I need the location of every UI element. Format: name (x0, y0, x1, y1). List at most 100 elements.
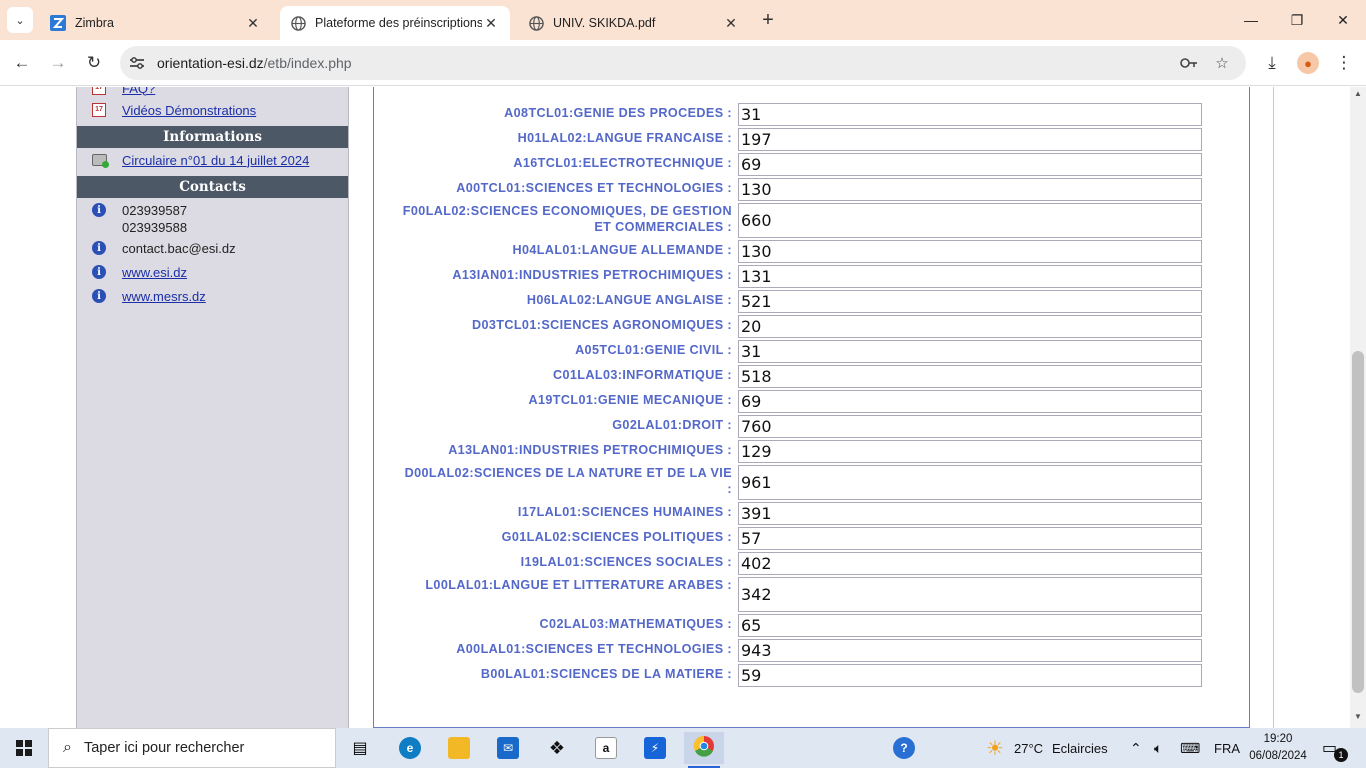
language-indicator[interactable]: FRA (1214, 728, 1240, 768)
capacity-input[interactable]: 59 (738, 664, 1202, 687)
capacity-input[interactable]: 402 (738, 552, 1202, 575)
capacity-input[interactable]: 69 (738, 153, 1202, 176)
videos-link[interactable]: Vidéos Démonstrations (122, 103, 256, 118)
sidebar-item-faq[interactable]: 17 FAQ? (91, 87, 155, 96)
form-row: A16TCL01:ELECTROTECHNIQUE : 69 (374, 153, 1251, 176)
tab-title: Plateforme des préinscriptions (315, 16, 482, 30)
sidebar-item-circulaire[interactable]: Circulaire n°01 du 14 juillet 2024 (91, 152, 309, 168)
reload-button[interactable]: ↻ (81, 50, 107, 76)
notification-button[interactable]: ▭ 1 (1322, 738, 1348, 762)
help-button[interactable]: ? (884, 732, 924, 764)
capacity-input[interactable]: 521 (738, 290, 1202, 313)
minimize-button[interactable]: — (1228, 0, 1274, 40)
close-icon[interactable]: ✕ (482, 14, 500, 32)
capacity-input[interactable]: 760 (738, 415, 1202, 438)
amazon-button[interactable]: a (586, 732, 626, 764)
form-row: G02LAL01:DROIT : 760 (374, 415, 1251, 438)
faq-link[interactable]: FAQ? (122, 87, 155, 96)
mail-button[interactable]: ✉ (488, 732, 528, 764)
tab-search-button[interactable]: ⌄ (7, 7, 33, 33)
tab-preinscriptions[interactable]: Plateforme des préinscriptions ✕ (280, 6, 510, 40)
form-row: A00TCL01:SCIENCES ET TECHNOLOGIES : 130 (374, 178, 1251, 201)
form-row: C01LAL03:INFORMATIQUE : 518 (374, 365, 1251, 388)
capacity-input[interactable]: 943 (738, 639, 1202, 662)
capacity-input[interactable]: 342 (738, 577, 1202, 612)
weather-temp[interactable]: 27°C (1014, 728, 1043, 768)
form-row: C02LAL03:MATHEMATIQUES : 65 (374, 614, 1251, 637)
capacity-input[interactable]: 57 (738, 527, 1202, 550)
form-row: H04LAL01:LANGUE ALLEMANDE : 130 (374, 240, 1251, 263)
form-row: A19TCL01:GENIE MECANIQUE : 69 (374, 390, 1251, 413)
tray-chevron-up-icon[interactable]: ⌃ (1130, 728, 1142, 768)
capacity-input[interactable]: 31 (738, 103, 1202, 126)
field-label: A13IAN01:INDUSTRIES PETROCHIMIQUES : (452, 268, 732, 282)
capacity-input[interactable]: 69 (738, 390, 1202, 413)
contact-site-mesrs[interactable]: i www.mesrs.dz (91, 288, 206, 304)
keyboard-icon[interactable]: ⌨ (1180, 728, 1200, 768)
mesrs-link[interactable]: www.mesrs.dz (122, 289, 206, 304)
form-row: D03TCL01:SCIENCES AGRONOMIQUES : 20 (374, 315, 1251, 338)
capacity-input[interactable]: 65 (738, 614, 1202, 637)
capacity-input[interactable]: 131 (738, 265, 1202, 288)
scroll-thumb[interactable] (1352, 351, 1364, 693)
bookmark-star-icon[interactable]: ☆ (1213, 54, 1231, 72)
profile-button[interactable]: ● (1295, 50, 1321, 76)
capacity-input[interactable]: 197 (738, 128, 1202, 151)
tab-skikda-pdf[interactable]: UNIV. SKIKDA.pdf ✕ (518, 6, 750, 40)
clock[interactable]: 19:20 06/08/2024 (1248, 731, 1308, 765)
capacity-input[interactable]: 130 (738, 178, 1202, 201)
field-label: A08TCL01:GENIE DES PROCEDES : (504, 106, 732, 120)
capacity-input[interactable]: 20 (738, 315, 1202, 338)
chrome-button[interactable] (684, 732, 724, 768)
field-label: D00LAL02:SCIENCES DE LA NATURE ET DE LA … (404, 466, 732, 496)
sidebar-item-videos[interactable]: 17 Vidéos Démonstrations (91, 102, 256, 118)
password-key-icon[interactable] (1180, 54, 1198, 72)
restore-button[interactable]: ❐ (1274, 0, 1320, 40)
start-button[interactable] (0, 728, 48, 768)
capacity-input[interactable]: 130 (738, 240, 1202, 263)
mail-icon: ✉ (497, 737, 519, 759)
site-settings-icon[interactable] (128, 54, 146, 72)
weather-text[interactable]: Eclaircies (1052, 728, 1108, 768)
task-view-button[interactable]: ▤ (340, 732, 380, 764)
email-text: contact.bac@esi.dz (122, 240, 236, 256)
capacity-input[interactable]: 31 (738, 340, 1202, 363)
circulaire-link[interactable]: Circulaire n°01 du 14 juillet 2024 (122, 153, 309, 168)
field-label: L00LAL01:LANGUE ET LITTERATURE ARABES : (425, 578, 732, 592)
tab-zimbra[interactable]: Zimbra ✕ (40, 6, 272, 40)
contact-site-esi[interactable]: i www.esi.dz (91, 264, 187, 280)
calendar-icon: 17 (91, 102, 107, 118)
app-icon: ⚡ (644, 737, 666, 759)
page-scrollbar[interactable]: ▲ ▼ (1350, 87, 1366, 728)
capacity-input[interactable]: 518 (738, 365, 1202, 388)
contact-email: i contact.bac@esi.dz (91, 240, 236, 256)
scroll-down-icon[interactable]: ▼ (1350, 712, 1366, 726)
arrow-left-icon: ← (13, 53, 31, 72)
back-button[interactable]: ← (9, 50, 35, 76)
capacity-input[interactable]: 961 (738, 465, 1202, 500)
volume-icon[interactable]: 🔈︎ (1154, 728, 1162, 768)
edge-button[interactable]: e (390, 732, 430, 764)
forward-button[interactable]: → (45, 50, 71, 76)
close-window-button[interactable]: ✕ (1320, 0, 1366, 40)
menu-button[interactable]: ⋮ (1331, 50, 1357, 76)
address-bar[interactable]: orientation-esi.dz/etb/index.php ☆ (120, 46, 1246, 80)
capacity-input[interactable]: 391 (738, 502, 1202, 525)
scroll-up-icon[interactable]: ▲ (1350, 89, 1366, 103)
field-label: A05TCL01:GENIE CIVIL : (575, 343, 732, 357)
new-tab-button[interactable]: + (756, 8, 780, 32)
download-icon: ⤓ (1268, 53, 1276, 72)
weather-button[interactable]: ☀ (975, 732, 1015, 764)
downloads-button[interactable]: ⤓ (1259, 50, 1285, 76)
plus-icon: + (762, 8, 774, 31)
esi-link[interactable]: www.esi.dz (122, 265, 187, 280)
file-explorer-button[interactable] (439, 732, 479, 764)
dropbox-button[interactable]: ❖ (537, 732, 577, 764)
app-button[interactable]: ⚡ (635, 732, 675, 764)
close-icon[interactable]: ✕ (244, 14, 262, 32)
capacity-input[interactable]: 129 (738, 440, 1202, 463)
taskbar-search[interactable]: ⌕ Taper ici pour rechercher (48, 728, 336, 768)
form-row: A13LAN01:INDUSTRIES PETROCHIMIQUES : 129 (374, 440, 1251, 463)
capacity-input[interactable]: 660 (738, 203, 1202, 238)
close-icon[interactable]: ✕ (722, 14, 740, 32)
